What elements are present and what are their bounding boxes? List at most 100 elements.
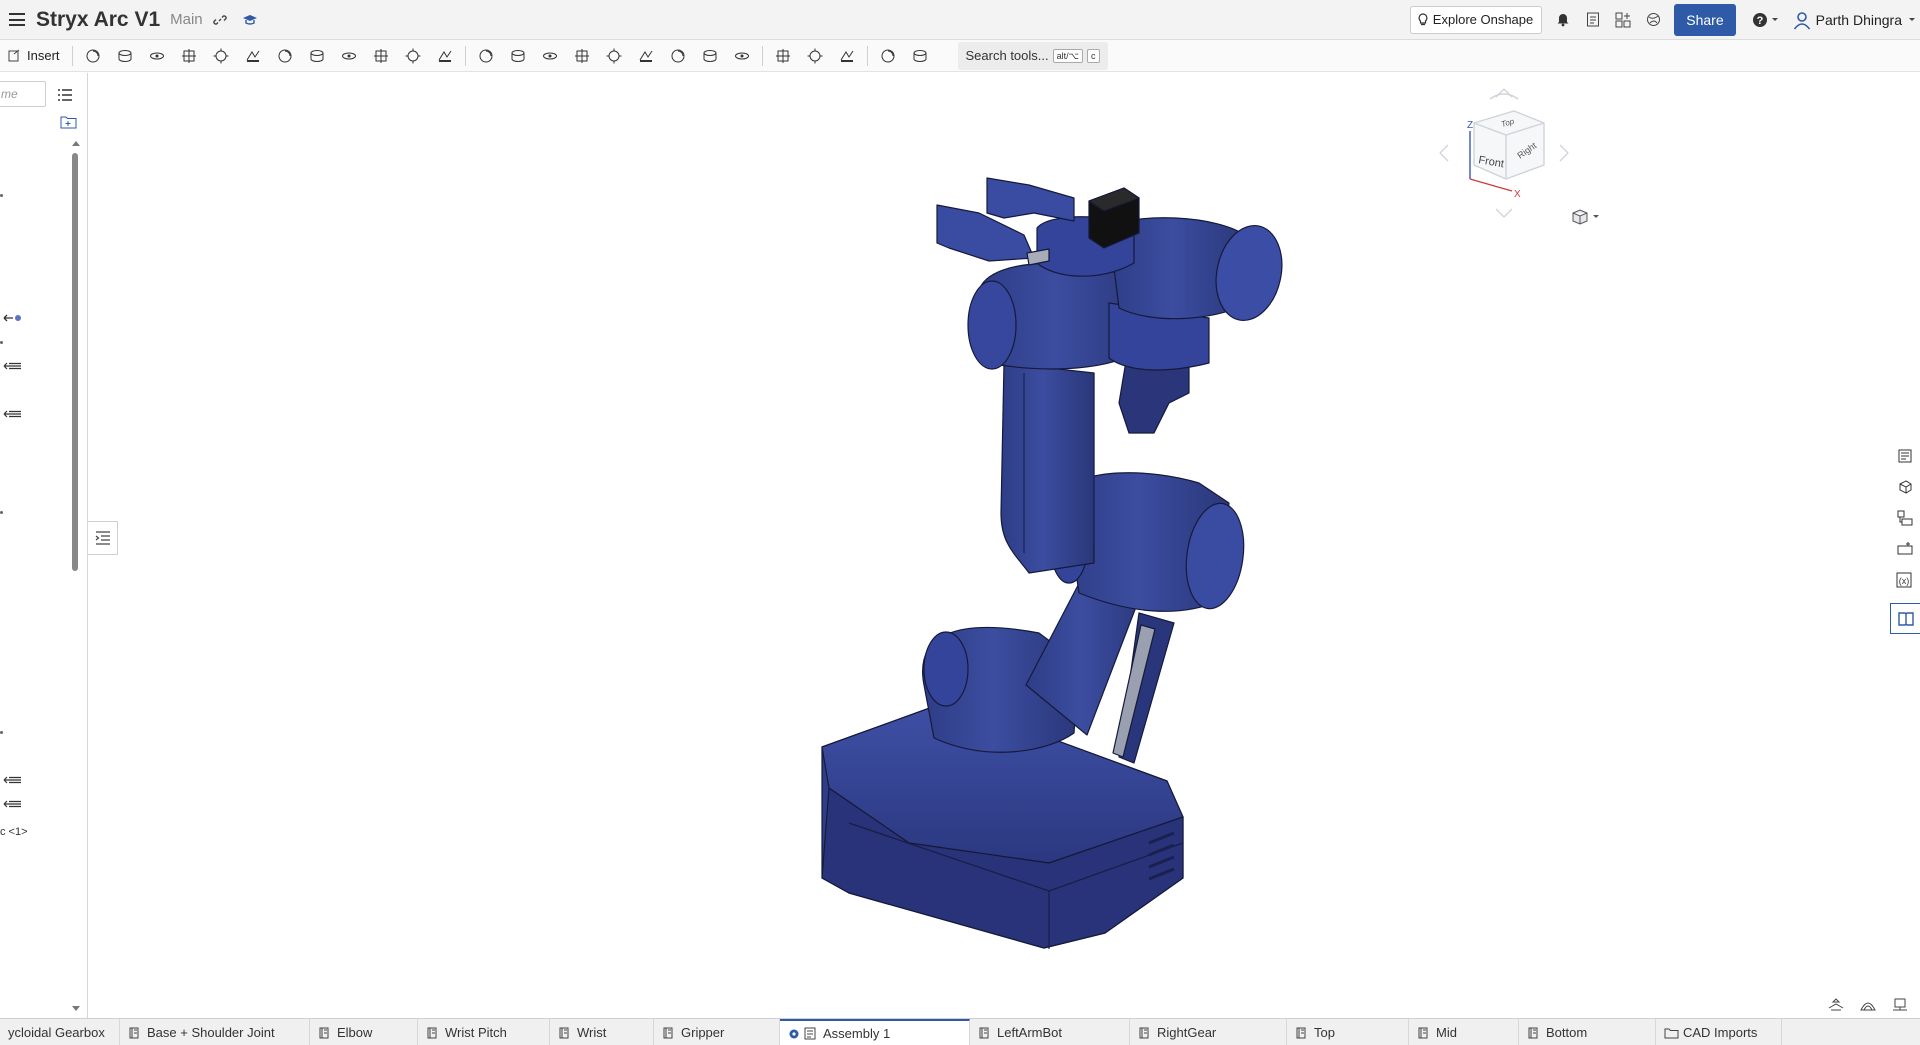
explode-tool-button[interactable]: [831, 42, 863, 70]
rack-pinion-tool-button[interactable]: [534, 42, 566, 70]
tab-wrist[interactable]: Wrist: [550, 1019, 654, 1045]
tab-settings-gear-icon[interactable]: [788, 1028, 800, 1040]
instance-item-label[interactable]: c <1>: [0, 826, 28, 838]
tab-assembly-1[interactable]: Assembly 1: [780, 1019, 970, 1045]
tab-elbow[interactable]: Elbow: [310, 1019, 418, 1045]
view-cube-arrow-left-icon[interactable]: [1439, 144, 1449, 162]
width-mate-tool-button[interactable]: [397, 42, 429, 70]
toolbar-separator: [866, 45, 868, 66]
folder-icon: [1664, 1026, 1679, 1040]
tab-label: RightGear: [1157, 1025, 1217, 1040]
toolbar-separator: [761, 45, 763, 66]
robot-arm-assembly-model[interactable]: [89, 73, 1889, 1018]
ball-mate-tool-button[interactable]: [301, 42, 333, 70]
toolbar-separator: [464, 45, 466, 66]
view-options-dropdown[interactable]: [1569, 207, 1605, 227]
explore-onshape-button[interactable]: Explore Onshape: [1409, 5, 1543, 34]
named-position-tool-button[interactable]: [872, 42, 904, 70]
branch-name[interactable]: Main: [170, 11, 203, 28]
part-studio-icon: [1527, 1026, 1542, 1040]
render-mode-button[interactable]: [1855, 995, 1881, 1015]
sprocket-tool-button[interactable]: [767, 42, 799, 70]
cylindrical-mate-icon: [246, 50, 259, 62]
mate-icon[interactable]: [3, 361, 23, 371]
replicate-tool-button[interactable]: [694, 42, 726, 70]
configuration-icon: [1897, 541, 1913, 554]
tab-rightgear[interactable]: RightGear: [1130, 1019, 1287, 1045]
tab-bottom[interactable]: Bottom: [1519, 1019, 1656, 1045]
cylindrical-mate-tool-button[interactable]: [237, 42, 269, 70]
mate-icon[interactable]: [3, 775, 23, 785]
mate-icon[interactable]: [3, 313, 23, 323]
properties-button[interactable]: [1890, 440, 1920, 471]
configuration-button[interactable]: [1890, 533, 1920, 564]
gear-relation-tool-button[interactable]: [502, 42, 534, 70]
tangent-mate-tool-button[interactable]: [365, 42, 397, 70]
tab-label: Bottom: [1546, 1025, 1588, 1040]
screw-relation-icon: [574, 48, 589, 63]
insert-button[interactable]: Insert: [6, 42, 68, 70]
planar-mate-tool-button[interactable]: [205, 42, 237, 70]
fastened-mate-tool-button[interactable]: [109, 42, 141, 70]
tab-wrist-pitch[interactable]: Wrist Pitch: [418, 1019, 550, 1045]
parts-list-button[interactable]: [1890, 502, 1920, 533]
app-store-button[interactable]: [1610, 7, 1636, 33]
view-cube-arrow-down-icon[interactable]: [1495, 208, 1513, 218]
linear-pattern-tool-button[interactable]: [598, 42, 630, 70]
document-info-button[interactable]: [1580, 7, 1606, 33]
named-views-button[interactable]: [1887, 995, 1913, 1015]
screw-relation-tool-button[interactable]: [566, 42, 598, 70]
scroll-down-icon[interactable]: [71, 1005, 81, 1013]
tab-top[interactable]: Top: [1287, 1019, 1409, 1045]
link-button[interactable]: [207, 7, 233, 33]
scroll-up-icon[interactable]: [71, 139, 81, 147]
tab-leftarmbot[interactable]: LeftArmBot: [970, 1019, 1130, 1045]
revolute-mate-tool-button[interactable]: [141, 42, 173, 70]
tab-cad-imports[interactable]: CAD Imports: [1656, 1019, 1782, 1045]
learning-center-button[interactable]: [237, 7, 263, 33]
share-button[interactable]: Share: [1674, 3, 1736, 36]
slider-mate-tool-button[interactable]: [173, 42, 205, 70]
help-button[interactable]: ?: [1748, 7, 1784, 33]
mate-icon[interactable]: [3, 409, 23, 419]
search-tools-input[interactable]: Search tools... alt/⌥ c: [957, 41, 1108, 70]
bill-of-materials-button[interactable]: [1890, 603, 1920, 634]
bom-tool-button[interactable]: [904, 42, 936, 70]
mate-icon[interactable]: [3, 799, 23, 809]
user-menu[interactable]: Parth Dhingra: [1792, 10, 1916, 30]
graphics-viewport[interactable]: Z X Top Front Right: [89, 73, 1907, 1018]
new-folder-button[interactable]: [60, 115, 77, 134]
list-view-button[interactable]: [58, 88, 72, 106]
appearance-button[interactable]: [1890, 471, 1920, 502]
tab-label: Gripper: [681, 1025, 725, 1040]
tab-base-shoulder-joint[interactable]: Base + Shoulder Joint: [120, 1019, 310, 1045]
tab-mid[interactable]: Mid: [1409, 1019, 1519, 1045]
document-title[interactable]: Stryx Arc V1: [36, 8, 160, 32]
parallel-mate-tool-button[interactable]: [333, 42, 365, 70]
mirror-tool-button[interactable]: [662, 42, 694, 70]
cloud-render-button[interactable]: [1640, 7, 1666, 33]
z-axis-label: Z: [1467, 120, 1473, 131]
tab-label: LeftArmBot: [997, 1025, 1063, 1040]
tab-ycloidal-gearbox[interactable]: ycloidal Gearbox: [0, 1019, 120, 1045]
mate-connector-tool-button[interactable]: [77, 42, 109, 70]
view-cube[interactable]: Z X Top Front Right: [1434, 83, 1574, 223]
main-menu-button[interactable]: [0, 0, 34, 40]
view-cube-arrow-right-icon[interactable]: [1559, 144, 1569, 162]
scrollbar-thumb[interactable]: [72, 153, 78, 571]
section-view-button[interactable]: [1823, 995, 1849, 1015]
tangent-mate-icon: [373, 48, 388, 63]
variables-button[interactable]: (x): [1890, 564, 1920, 595]
circular-pattern-tool-button[interactable]: [630, 42, 662, 70]
array-tool-button[interactable]: [799, 42, 831, 70]
pin-slot-mate-tool-button[interactable]: [269, 42, 301, 70]
tab-label: CAD Imports: [1683, 1025, 1758, 1040]
group-tool-button[interactable]: [429, 42, 461, 70]
tab-gripper[interactable]: Gripper: [654, 1019, 780, 1045]
relation-tool-button[interactable]: [470, 42, 502, 70]
filter-input[interactable]: me: [0, 81, 46, 107]
view-cube-arrow-up-icon[interactable]: [1495, 88, 1513, 98]
tree-node-marker: [0, 511, 3, 514]
gear-tool-button[interactable]: [726, 42, 758, 70]
notifications-button[interactable]: [1550, 7, 1576, 33]
